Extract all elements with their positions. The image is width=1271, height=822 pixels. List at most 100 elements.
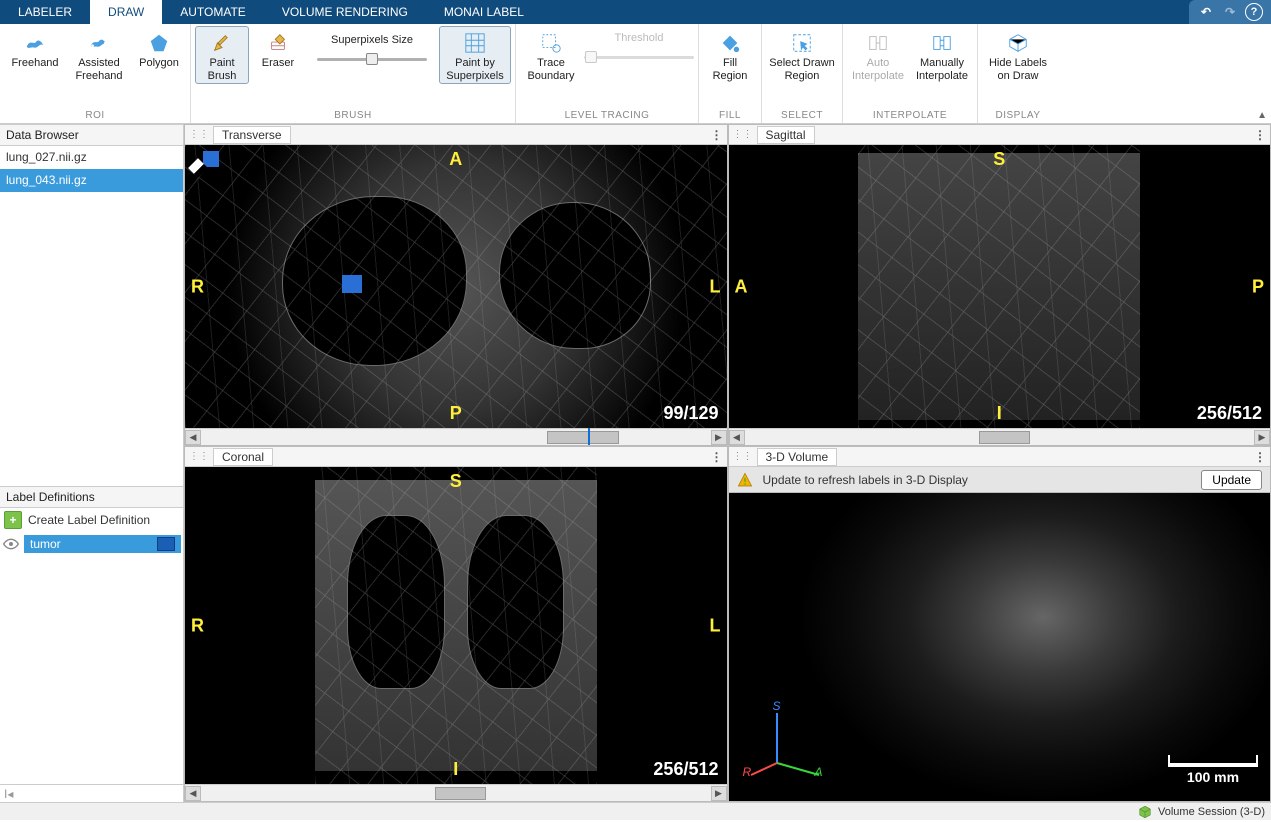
viewport-title: Sagittal bbox=[757, 126, 815, 144]
create-label-text: Create Label Definition bbox=[28, 513, 150, 527]
viewport-canvas-3d[interactable]: Update to refresh labels in 3-D Display … bbox=[729, 467, 1271, 801]
left-panel-nav: I◂ bbox=[0, 784, 183, 802]
scroll-left-icon[interactable]: ◀ bbox=[185, 786, 201, 801]
orient-label: A bbox=[735, 276, 748, 297]
select-drawn-region-button[interactable]: Select Drawn Region bbox=[766, 26, 838, 84]
viewport-header: ⋮⋮ Transverse ⋮ bbox=[185, 125, 727, 145]
tab-volume-rendering[interactable]: VOLUME RENDERING bbox=[264, 0, 426, 24]
manually-interpolate-button[interactable]: Manually Interpolate bbox=[911, 26, 973, 84]
warning-icon bbox=[737, 472, 753, 488]
label-definitions: + Create Label Definition tumor bbox=[0, 508, 183, 784]
select-region-icon bbox=[790, 31, 814, 55]
orient-label: I bbox=[453, 759, 458, 780]
label-definitions-header: Label Definitions bbox=[0, 486, 183, 508]
session-cube-icon bbox=[1138, 805, 1152, 819]
viewport-canvas-coronal[interactable]: S I R L 256/512 bbox=[185, 467, 727, 784]
fill-region-button[interactable]: Fill Region bbox=[703, 26, 757, 84]
ribbon-collapse-button[interactable]: ▲ bbox=[1257, 110, 1267, 121]
scroll-right-icon[interactable]: ▶ bbox=[1254, 430, 1270, 445]
viewport-canvas-sagittal[interactable]: S I A P 256/512 bbox=[729, 145, 1271, 428]
orient-label: I bbox=[997, 403, 1002, 424]
create-label-button[interactable]: + Create Label Definition bbox=[0, 508, 183, 533]
superpixels-size-slider[interactable] bbox=[317, 50, 427, 68]
paint-brush-button[interactable]: Paint Brush bbox=[195, 26, 249, 84]
eraser-icon bbox=[266, 31, 290, 55]
assisted-freehand-button[interactable]: Assisted Freehand bbox=[68, 26, 130, 84]
redo-icon[interactable]: ↷ bbox=[1221, 3, 1239, 21]
hide-labels-button[interactable]: Hide Labels on Draw bbox=[982, 26, 1054, 84]
grip-icon[interactable]: ⋮⋮ bbox=[733, 451, 753, 462]
viewport-transverse: ⋮⋮ Transverse ⋮ A P R L 99/129 bbox=[184, 124, 728, 446]
assisted-freehand-icon bbox=[87, 31, 111, 55]
scroll-left-icon[interactable]: ◀ bbox=[729, 430, 745, 445]
polygon-icon bbox=[147, 31, 171, 55]
grip-icon[interactable]: ⋮⋮ bbox=[733, 129, 753, 140]
grip-icon[interactable]: ⋮⋮ bbox=[189, 451, 209, 462]
label-name: tumor bbox=[30, 537, 61, 551]
axis-a-label: A bbox=[815, 765, 823, 779]
update-warning-bar: Update to refresh labels in 3-D Display … bbox=[729, 467, 1271, 493]
eraser-button[interactable]: Eraser bbox=[251, 26, 305, 71]
slice-scrollbar[interactable]: ◀ ▶ bbox=[729, 428, 1271, 445]
orient-label: L bbox=[710, 276, 721, 297]
freehand-button[interactable]: Freehand bbox=[4, 26, 66, 71]
paint-by-superpixels-button[interactable]: Paint by Superpixels bbox=[439, 26, 511, 84]
viewport-menu-icon[interactable]: ⋮ bbox=[711, 450, 723, 464]
viewport-sagittal: ⋮⋮ Sagittal ⋮ S I A P 256/512 ◀ ▶ bbox=[728, 124, 1271, 446]
viewport-menu-icon[interactable]: ⋮ bbox=[1254, 450, 1266, 464]
fill-region-icon bbox=[718, 31, 742, 55]
trace-boundary-button[interactable]: Trace Boundary bbox=[520, 26, 582, 84]
visibility-icon[interactable] bbox=[2, 536, 20, 552]
undo-icon[interactable]: ↶ bbox=[1197, 3, 1215, 21]
slice-scrollbar[interactable]: ◀ ▶ bbox=[185, 784, 727, 801]
data-item[interactable]: lung_043.nii.gz bbox=[0, 169, 183, 192]
ribbon-group-display: Hide Labels on Draw DISPLAY bbox=[978, 24, 1058, 123]
manual-interpolate-icon bbox=[930, 31, 954, 55]
data-item[interactable]: lung_027.nii.gz bbox=[0, 146, 183, 169]
grip-icon[interactable]: ⋮⋮ bbox=[189, 129, 209, 140]
viewport-menu-icon[interactable]: ⋮ bbox=[1254, 128, 1266, 142]
viewport-menu-icon[interactable]: ⋮ bbox=[711, 128, 723, 142]
viewport-header: ⋮⋮ Sagittal ⋮ bbox=[729, 125, 1271, 145]
auto-interpolate-icon bbox=[866, 31, 890, 55]
viewport-3d-volume: ⋮⋮ 3-D Volume ⋮ Update to refresh labels… bbox=[728, 446, 1271, 802]
view-grid: ⋮⋮ Transverse ⋮ A P R L 99/129 bbox=[184, 124, 1271, 802]
paint-brush-icon bbox=[210, 31, 234, 55]
tab-draw[interactable]: DRAW bbox=[90, 0, 162, 24]
help-icon[interactable]: ? bbox=[1245, 3, 1263, 21]
data-browser-header: Data Browser bbox=[0, 124, 183, 146]
data-list[interactable]: lung_027.nii.gz lung_043.nii.gz bbox=[0, 146, 183, 486]
warning-text: Update to refresh labels in 3-D Display bbox=[763, 473, 968, 487]
orient-label: S bbox=[993, 149, 1005, 170]
viewport-canvas-transverse[interactable]: A P R L 99/129 bbox=[185, 145, 727, 428]
tab-labeler[interactable]: LABELER bbox=[0, 0, 90, 24]
auto-interpolate-button: Auto Interpolate bbox=[847, 26, 909, 84]
status-bar: Volume Session (3-D) bbox=[0, 802, 1271, 820]
superpixels-size-control: Superpixels Size bbox=[307, 26, 437, 68]
titlebar-actions: ↶ ↷ ? bbox=[1189, 0, 1271, 24]
orient-label: R bbox=[191, 615, 204, 636]
update-button[interactable]: Update bbox=[1201, 470, 1262, 490]
scroll-right-icon[interactable]: ▶ bbox=[711, 786, 727, 801]
prev-page-icon[interactable]: I◂ bbox=[4, 787, 13, 801]
tab-automate[interactable]: AUTOMATE bbox=[162, 0, 264, 24]
axis-s-label: S bbox=[773, 699, 781, 713]
threshold-control: Threshold bbox=[584, 26, 694, 66]
polygon-button[interactable]: Polygon bbox=[132, 26, 186, 71]
scroll-left-icon[interactable]: ◀ bbox=[185, 430, 201, 445]
left-panel: Data Browser lung_027.nii.gz lung_043.ni… bbox=[0, 124, 184, 802]
ribbon-tabstrip: LABELER DRAW AUTOMATE VOLUME RENDERING M… bbox=[0, 0, 1271, 24]
slice-scrollbar[interactable]: ◀ ▶ bbox=[185, 428, 727, 445]
slice-index: 256/512 bbox=[653, 759, 718, 780]
orient-label: R bbox=[191, 276, 204, 297]
label-row[interactable]: tumor bbox=[0, 533, 183, 555]
label-chip[interactable]: tumor bbox=[24, 535, 181, 553]
tab-monai-label[interactable]: MONAI LABEL bbox=[426, 0, 542, 24]
orient-label: S bbox=[450, 471, 462, 492]
orient-label: A bbox=[449, 149, 462, 170]
label-color-swatch[interactable] bbox=[157, 537, 175, 551]
main-area: Data Browser lung_027.nii.gz lung_043.ni… bbox=[0, 124, 1271, 802]
scroll-right-icon[interactable]: ▶ bbox=[711, 430, 727, 445]
orient-label: P bbox=[450, 403, 462, 424]
axis-r-label: R bbox=[743, 765, 752, 779]
